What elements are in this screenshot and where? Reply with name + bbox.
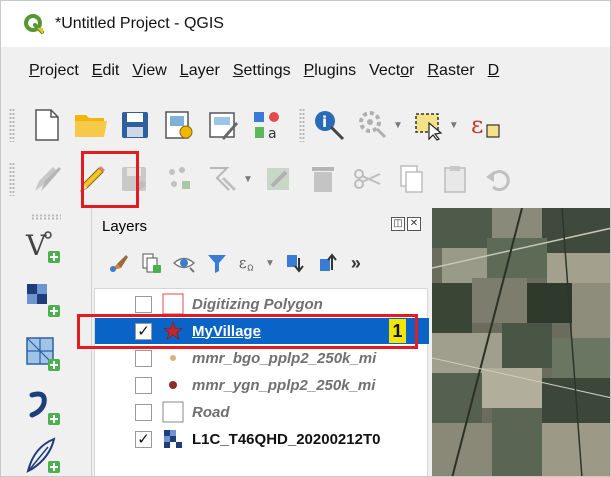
new-print-layout-icon[interactable] xyxy=(161,107,197,143)
layer-visibility-checkbox[interactable] xyxy=(135,376,152,394)
menu-database[interactable]: D xyxy=(488,62,500,80)
layer-visibility-checkbox[interactable]: ✓ xyxy=(135,430,152,448)
layer-visibility-checkbox[interactable]: ✓ xyxy=(135,322,152,340)
more-tools-button[interactable]: » xyxy=(351,253,361,274)
window-title: *Untitled Project - QGIS xyxy=(55,15,224,32)
open-layer-styling-icon[interactable] xyxy=(106,251,130,275)
add-mesh-layer-icon[interactable] xyxy=(21,332,65,376)
chevron-down-icon[interactable]: ▼ xyxy=(243,174,253,185)
layer-row-road[interactable]: Road xyxy=(95,399,429,425)
collapse-all-icon[interactable] xyxy=(316,251,340,275)
satellite-imagery xyxy=(432,208,610,476)
expression-select-icon[interactable]: ε xyxy=(467,107,503,143)
new-project-icon[interactable] xyxy=(29,107,65,143)
add-point-feature-icon[interactable] xyxy=(161,161,197,197)
manage-visibility-icon[interactable] xyxy=(172,251,196,275)
layer-name: Digitizing Polygon xyxy=(192,295,323,313)
menu-bar: Project Edit View Layer Settings Plugins… xyxy=(1,53,610,89)
add-raster-layer-icon[interactable] xyxy=(21,278,65,322)
layer-row-l1c-raster[interactable]: ✓ L1C_T46QHD_20200212T0 xyxy=(95,426,429,452)
chevron-down-icon[interactable]: ▼ xyxy=(265,258,275,269)
current-edits-icon[interactable] xyxy=(29,161,65,197)
step-badge: 1 xyxy=(389,319,406,343)
layers-panel: Layers ◫ ✕ εΩ ▼ » Digitizing Polygon ✓ M… xyxy=(91,208,431,476)
layers-toolbar: εΩ ▼ » xyxy=(106,246,361,280)
svg-text:a: a xyxy=(268,126,277,140)
filter-legend-icon[interactable] xyxy=(205,251,229,275)
delete-selected-icon[interactable] xyxy=(305,161,341,197)
float-panel-icon[interactable]: ◫ xyxy=(391,217,405,231)
save-project-icon[interactable] xyxy=(117,107,153,143)
polygon-symbol-icon xyxy=(162,293,184,315)
open-project-icon[interactable] xyxy=(73,107,109,143)
layer-name: L1C_T46QHD_20200212T0 xyxy=(192,430,381,448)
data-source-toolbar: V xyxy=(1,208,89,476)
run-action-icon[interactable] xyxy=(355,107,391,143)
digitizing-toolbar: ▼ xyxy=(1,151,610,207)
menu-edit[interactable]: Edit xyxy=(92,62,120,80)
add-delimited-text-icon[interactable] xyxy=(21,386,65,430)
title-bar: *Untitled Project - QGIS xyxy=(1,1,610,47)
expand-all-icon[interactable] xyxy=(283,251,307,275)
copy-features-icon[interactable] xyxy=(393,161,429,197)
raster-symbol-icon xyxy=(162,428,184,450)
filter-by-expression-icon[interactable]: εΩ xyxy=(238,251,262,275)
panel-controls: ◫ ✕ xyxy=(391,217,421,231)
layer-row-mmr-ygn[interactable]: mmr_ygn_pplp2_250k_mi xyxy=(95,372,429,398)
menu-vector[interactable]: Vector xyxy=(369,62,414,80)
toolbar-grip[interactable] xyxy=(9,108,15,142)
svg-text:ε: ε xyxy=(471,111,483,139)
add-spatialite-icon[interactable] xyxy=(21,434,65,476)
menu-view[interactable]: View xyxy=(132,62,166,80)
close-icon[interactable]: ✕ xyxy=(407,217,421,231)
qgis-logo-icon xyxy=(24,14,44,34)
layer-row-mmr-bgo[interactable]: mmr_bgo_pplp2_250k_mi xyxy=(95,345,429,371)
project-toolbar: a i ▼ ▼ ε xyxy=(1,97,610,153)
undo-icon[interactable] xyxy=(481,161,517,197)
svg-text:V: V xyxy=(25,229,47,262)
point-symbol-icon xyxy=(162,347,184,369)
add-group-icon[interactable] xyxy=(139,251,163,275)
menu-layer[interactable]: Layer xyxy=(180,62,220,80)
menu-project[interactable]: Project xyxy=(29,62,79,80)
menu-settings[interactable]: Settings xyxy=(233,62,291,80)
toggle-editing-icon[interactable] xyxy=(73,161,109,197)
identify-features-icon[interactable]: i xyxy=(311,107,347,143)
layer-name: Road xyxy=(192,403,230,421)
layer-row-myvillage[interactable]: ✓ MyVillage 1 xyxy=(95,318,429,344)
layer-visibility-checkbox[interactable] xyxy=(135,349,152,367)
save-layer-edits-icon[interactable] xyxy=(117,161,153,197)
point-symbol-icon xyxy=(162,374,184,396)
layer-visibility-checkbox[interactable] xyxy=(135,295,152,313)
svg-text:ε: ε xyxy=(239,255,247,272)
select-features-icon[interactable] xyxy=(411,107,447,143)
menu-raster[interactable]: Raster xyxy=(427,62,474,80)
toolbar-separator xyxy=(299,108,305,142)
layer-visibility-checkbox[interactable] xyxy=(135,403,152,421)
layers-tree: Digitizing Polygon ✓ MyVillage 1 mmr_bgo… xyxy=(94,288,429,476)
layer-row-digitizing-polygon[interactable]: Digitizing Polygon xyxy=(95,291,429,317)
layout-manager-icon[interactable] xyxy=(205,107,241,143)
style-manager-icon[interactable]: a xyxy=(249,107,285,143)
chevron-down-icon[interactable]: ▼ xyxy=(449,120,459,131)
vertex-tool-icon[interactable] xyxy=(205,161,241,197)
add-vector-layer-icon[interactable]: V xyxy=(21,224,65,268)
qgis-window: *Untitled Project - QGIS Project Edit Vi… xyxy=(0,0,611,477)
modify-attributes-icon[interactable] xyxy=(261,161,297,197)
layer-name: mmr_bgo_pplp2_250k_mi xyxy=(192,349,377,367)
toolbar-grip[interactable] xyxy=(9,162,15,196)
cut-features-icon[interactable] xyxy=(349,161,385,197)
svg-text:Ω: Ω xyxy=(247,264,253,273)
map-canvas[interactable] xyxy=(432,208,610,476)
star-symbol-icon xyxy=(162,320,184,342)
toolbar-grip[interactable] xyxy=(31,214,61,220)
chevron-down-icon[interactable]: ▼ xyxy=(393,120,403,131)
layers-panel-title: Layers xyxy=(102,218,148,235)
layer-name: MyVillage xyxy=(192,322,261,340)
layer-name: mmr_ygn_pplp2_250k_mi xyxy=(192,376,376,394)
polygon-symbol-icon xyxy=(162,401,184,423)
paste-features-icon[interactable] xyxy=(437,161,473,197)
menu-plugins[interactable]: Plugins xyxy=(304,62,356,80)
svg-text:i: i xyxy=(322,113,327,131)
